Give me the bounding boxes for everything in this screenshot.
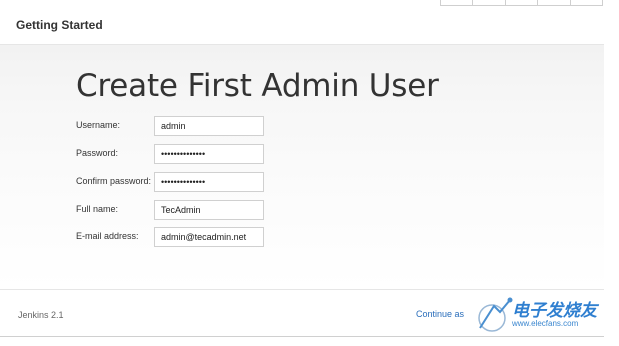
full-name-label: Full name: xyxy=(76,204,119,214)
toolbar-cell xyxy=(441,0,474,5)
header: Getting Started xyxy=(0,6,604,45)
full-name-field[interactable]: TecAdmin xyxy=(154,200,264,220)
username-field[interactable]: admin xyxy=(154,116,264,136)
toolbar-cell xyxy=(473,0,506,5)
confirm-password-field[interactable]: •••••••••••••• xyxy=(154,172,264,192)
watermark-url: www.elecfans.com xyxy=(512,319,579,328)
version-label: Jenkins 2.1 xyxy=(18,310,64,320)
watermark-text: 电子发烧友 xyxy=(512,301,597,321)
watermark-logo-icon xyxy=(478,297,513,332)
header-title: Getting Started xyxy=(16,18,103,32)
confirm-password-label: Confirm password: xyxy=(76,176,152,186)
toolbar-cell xyxy=(506,0,539,5)
watermark: 电子发烧友 www.elecfans.com xyxy=(468,292,610,340)
toolbar-cell xyxy=(538,0,571,5)
toolbar-cell xyxy=(571,0,602,5)
password-field[interactable]: •••••••••••••• xyxy=(154,144,264,164)
email-field[interactable]: admin@tecadmin.net xyxy=(154,227,264,247)
password-label: Password: xyxy=(76,148,119,158)
email-label: E-mail address: xyxy=(76,231,139,241)
page-title: Create First Admin User xyxy=(76,68,439,104)
username-label: Username: xyxy=(76,120,121,130)
continue-as-link[interactable]: Continue as xyxy=(416,309,464,319)
